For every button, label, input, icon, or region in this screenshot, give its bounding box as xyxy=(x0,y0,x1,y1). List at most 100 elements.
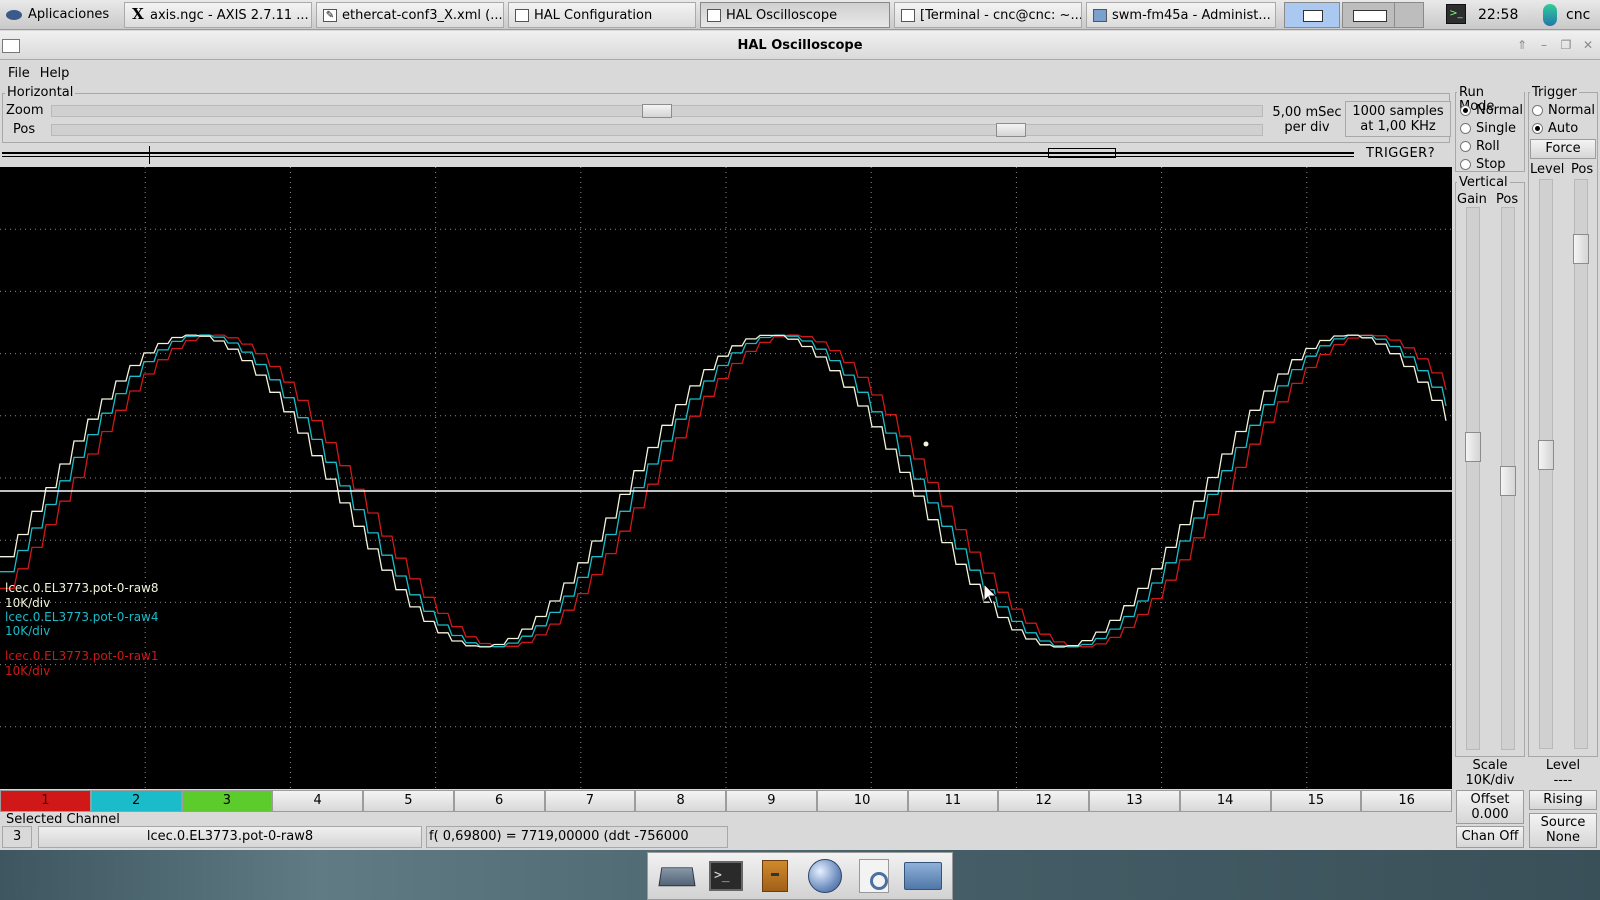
channel-button-5[interactable]: 5 xyxy=(363,790,454,812)
window-icon xyxy=(707,8,721,22)
scale-label: Scale xyxy=(1472,758,1508,773)
chan-off-button[interactable]: Chan Off xyxy=(1456,826,1524,848)
zoom-slider[interactable] xyxy=(51,104,1263,118)
pos-slider[interactable] xyxy=(51,123,1263,137)
run-mode-single-label: Single xyxy=(1476,121,1516,136)
scope-canvas[interactable]: lcec.0.EL3773.pot-0-raw8 10K/div lcec.0.… xyxy=(0,167,1452,789)
gain-slider[interactable] xyxy=(1465,207,1481,750)
clock[interactable]: 22:58 xyxy=(1478,0,1518,30)
timebase-readout: 5,00 mSec per div xyxy=(1267,105,1347,135)
trigger-frame: Trigger Normal Auto Force Level Pos xyxy=(1528,86,1598,757)
channel-button-10[interactable]: 10 xyxy=(816,790,908,812)
channel-button-9[interactable]: 9 xyxy=(726,790,817,812)
source-button[interactable]: Source None xyxy=(1529,813,1597,848)
trigger-level-slider[interactable] xyxy=(1538,179,1554,749)
xfce-logo-icon xyxy=(4,7,24,23)
network-icon[interactable] xyxy=(1543,4,1557,26)
terminal-tray-icon[interactable]: >_ xyxy=(1446,4,1466,24)
channel-button-8[interactable]: 8 xyxy=(635,790,726,812)
vertical-pos-slider-thumb[interactable] xyxy=(1500,466,1516,496)
trigger-pos-slider[interactable] xyxy=(1573,179,1589,749)
menubar: File Help xyxy=(0,61,1600,85)
force-button[interactable]: Force xyxy=(1530,139,1596,159)
channel-button-1[interactable]: 1 xyxy=(0,790,91,812)
menu-help[interactable]: Help xyxy=(35,66,75,81)
selected-channel-name-button[interactable]: lcec.0.EL3773.pot-0-raw8 xyxy=(38,826,422,848)
workspace-1[interactable] xyxy=(1284,2,1340,28)
task-axis[interactable]: X axis.ngc - AXIS 2.7.11 ... xyxy=(124,2,312,28)
web-browser-launcher[interactable] xyxy=(806,857,844,895)
trigger-normal-label: Normal xyxy=(1548,103,1596,118)
search-launcher[interactable] xyxy=(855,857,893,895)
applications-menu[interactable]: Aplicaciones xyxy=(0,0,115,30)
file-cabinet-icon xyxy=(762,860,789,892)
record-line-lower xyxy=(2,156,1354,157)
workspace-3[interactable] xyxy=(1394,2,1424,28)
task-terminal[interactable]: [Terminal - cnc@cnc: ~... xyxy=(894,2,1082,28)
task-label: HAL Configuration xyxy=(534,7,653,23)
task-file-manager[interactable]: swm-fm45a - Administ... xyxy=(1086,2,1276,28)
run-mode-single[interactable]: Single xyxy=(1460,121,1516,136)
scope-display[interactable]: lcec.0.EL3773.pot-0-raw8 10K/div lcec.0.… xyxy=(0,167,1452,789)
window-icon xyxy=(515,8,529,22)
source-label: Source xyxy=(1540,815,1586,830)
channel-button-16[interactable]: 16 xyxy=(1361,790,1452,812)
run-mode-stop[interactable]: Stop xyxy=(1460,157,1506,172)
offset-label: Offset xyxy=(1470,792,1510,807)
channel-button-3[interactable]: 3 xyxy=(181,790,273,812)
channel-button-14[interactable]: 14 xyxy=(1179,790,1271,812)
task-hal-configuration[interactable]: HAL Configuration xyxy=(508,2,696,28)
rising-button[interactable]: Rising xyxy=(1529,790,1597,810)
folder-launcher[interactable] xyxy=(904,857,943,895)
show-desktop-button[interactable] xyxy=(658,857,696,895)
trigger-level-slider-thumb[interactable] xyxy=(1538,440,1554,470)
channel-button-6[interactable]: 6 xyxy=(453,790,545,812)
pos-slider-thumb[interactable] xyxy=(996,123,1026,137)
channel-button-2[interactable]: 2 xyxy=(90,790,182,812)
display-window-marker[interactable] xyxy=(1048,148,1116,158)
run-mode-roll[interactable]: Roll xyxy=(1460,139,1500,154)
trigger-label: Trigger xyxy=(1530,85,1579,100)
horizontal-frame: Horizontal Zoom Pos 5,00 mSec per div 10… xyxy=(2,86,1451,143)
task-label: axis.ngc - AXIS 2.7.11 ... xyxy=(150,7,309,23)
trigger-auto[interactable]: Auto xyxy=(1532,121,1578,136)
trigger-pos-slider-thumb[interactable] xyxy=(1573,234,1589,264)
task-label: HAL Oscilloscope xyxy=(726,7,838,23)
task-ethercat-xml[interactable]: ✎ ethercat-conf3_X.xml (... xyxy=(316,2,504,28)
scale-value: 10K/div xyxy=(1465,773,1515,788)
mouse-pointer-icon xyxy=(983,582,998,605)
maximize-icon[interactable]: ❐ xyxy=(1558,38,1574,52)
channel-button-12[interactable]: 12 xyxy=(998,790,1089,812)
shade-icon[interactable]: ⇑ xyxy=(1514,38,1530,52)
window-titlebar[interactable]: HAL Oscilloscope ⇑ – ❐ ✕ xyxy=(0,31,1600,60)
minimize-icon[interactable]: – xyxy=(1536,38,1552,52)
offset-button[interactable]: Offset 0.000 xyxy=(1456,790,1524,824)
menu-file[interactable]: File xyxy=(3,66,35,81)
trace-scale-ch3: 10K/div xyxy=(5,596,50,610)
timebase-unit: per div xyxy=(1284,120,1330,135)
task-label: swm-fm45a - Administ... xyxy=(1112,7,1271,23)
workspace-2[interactable] xyxy=(1342,2,1398,28)
vertical-pos-slider[interactable] xyxy=(1500,207,1516,750)
file-manager-launcher[interactable] xyxy=(756,857,794,895)
trigger-normal[interactable]: Normal xyxy=(1532,103,1595,118)
trigger-level-value: ---- xyxy=(1553,773,1573,788)
gain-slider-thumb[interactable] xyxy=(1465,432,1481,462)
task-hal-oscilloscope[interactable]: HAL Oscilloscope xyxy=(700,2,890,28)
channel-button-7[interactable]: 7 xyxy=(544,790,636,812)
radio-icon xyxy=(1460,141,1471,152)
scale-readout: Scale 10K/div xyxy=(1457,758,1523,788)
cursor-marker xyxy=(923,441,929,447)
zoom-slider-thumb[interactable] xyxy=(642,104,672,118)
channel-button-13[interactable]: 13 xyxy=(1089,790,1180,812)
channel-button-4[interactable]: 4 xyxy=(272,790,363,812)
close-icon[interactable]: ✕ xyxy=(1580,38,1596,52)
channel-button-15[interactable]: 15 xyxy=(1270,790,1362,812)
run-mode-normal[interactable]: Normal xyxy=(1460,103,1523,118)
radio-icon xyxy=(1460,123,1471,134)
record-window-bar[interactable] xyxy=(2,146,1354,166)
terminal-launcher[interactable]: >_ xyxy=(707,857,745,895)
record-line xyxy=(2,152,1354,154)
user-name[interactable]: cnc xyxy=(1566,0,1590,30)
channel-button-11[interactable]: 11 xyxy=(907,790,999,812)
